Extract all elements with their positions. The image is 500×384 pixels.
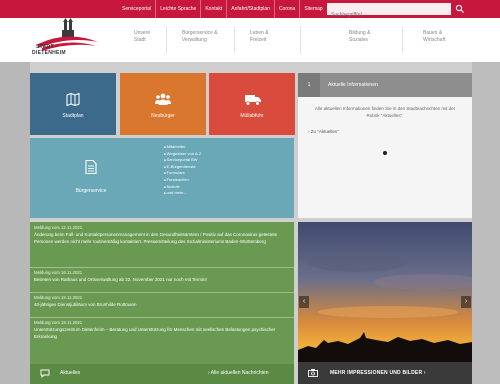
nav-label-line1: Bauen & (423, 30, 443, 36)
document-icon (85, 160, 97, 174)
tile-stadtplan-label: Stadtplan (62, 113, 84, 119)
tile-buergerservice-label: Bürgerservice (75, 188, 107, 194)
chevron-right-icon: › (423, 370, 426, 376)
nav-label-line1: Bildung & (349, 30, 371, 36)
news-item[interactable]: Meldung vom 12.11.2021 Änderung beim Fal… (34, 225, 290, 245)
nav-divider (402, 26, 403, 54)
map-icon (66, 93, 80, 106)
link-wegweiser[interactable]: Wegweiser von A-Z (164, 151, 202, 158)
link-serviceportal-bw[interactable]: Serviceportal BW (164, 157, 201, 164)
info-link-label: Zu "Aktuelles" (310, 129, 339, 134)
info-panel-title: Aktuelle Informationen (328, 82, 378, 88)
truck-icon (245, 95, 261, 106)
news-divider (30, 292, 294, 293)
news-divider (30, 317, 294, 318)
news-item[interactable]: Meldung vom 19.11.2021 Unterstützungszen… (34, 320, 290, 340)
info-aktuelles-link[interactable]: › Zu "Aktuelles" (308, 129, 339, 134)
slider-prev-arrow[interactable]: ‹ (299, 296, 309, 308)
nav-label-line2: Wirtschaft (423, 37, 446, 43)
impressions-label-text: MEHR IMPRESSIONEN UND BILDER (330, 370, 423, 376)
news-footer: Aktuelles › Alle aktuellen Nachrichten (30, 364, 294, 384)
camera-icon (308, 369, 318, 377)
info-panel-header: 1 Aktuelle Informationen (298, 73, 472, 97)
link-fundsachen[interactable]: Fundsachen (164, 177, 201, 184)
nav-divider (234, 26, 235, 54)
link-notrufe[interactable]: Notrufe (164, 184, 201, 191)
link-e-buergerdienste[interactable]: E-Bürgerdienste (164, 164, 201, 171)
utility-link-leichte-sprache[interactable]: Leichte Sprache (155, 0, 200, 18)
all-news-link-label: Alle aktuellen Nachrichten (210, 370, 269, 376)
tile-neuburger[interactable]: Neubürger (120, 73, 206, 135)
nav-label-line2: Freizeit (250, 37, 267, 43)
info-panel: 1 Aktuelle Informationen Alle aktuellen … (298, 73, 472, 218)
speech-bubble-icon (40, 369, 50, 378)
nav-divider (166, 26, 167, 54)
all-news-link[interactable]: › Alle aktuellen Nachrichten (208, 370, 269, 376)
slider-next-arrow[interactable]: › (461, 296, 471, 308)
nav-bauen-wirtschaft[interactable]: Bauen & Wirtschaft (423, 30, 483, 44)
tile-muellabfuhr[interactable]: Müllabfuhr (209, 73, 295, 135)
info-slide-number[interactable]: 1 (298, 73, 320, 97)
buergerservice-links: Mitarbeiter Wegweiser von A-Z Servicepor… (164, 144, 202, 197)
hero-background-left (0, 62, 30, 384)
tile-buergerservice[interactable]: Bürgerservice Mitarbeiter Wegweiser von … (30, 138, 294, 218)
nav-label-line1: Bürgerservice & (182, 30, 218, 36)
news-divider (30, 267, 294, 268)
slider-dot[interactable] (383, 151, 387, 155)
logo-text-dietenheim: DIETENHEIM (32, 50, 66, 56)
news-title: Betreten von Rathaus und Ortsverwaltung … (34, 277, 207, 282)
nav-bildung-soziales[interactable]: Bildung & Soziales (349, 30, 409, 44)
hero-background-right (472, 62, 500, 384)
nav-leben-freizeit[interactable]: Leben & Freizeit (250, 30, 310, 44)
utility-link-kontakt[interactable]: Kontakt (200, 0, 226, 18)
utility-link-sitemap[interactable]: Sitemap (299, 0, 326, 18)
nav-label-line2: Verwaltung (182, 37, 207, 43)
nav-label-line1: Leben & (250, 30, 269, 36)
news-item[interactable]: Meldung vom 19.11.2021 40-jähriges Diens… (34, 295, 290, 308)
news-item[interactable]: Meldung vom 16.11.2021 Betreten von Rath… (34, 270, 290, 283)
link-mitarbeiter[interactable]: Mitarbeiter (164, 144, 201, 151)
news-footer-label: Aktuelles (60, 370, 81, 376)
impressions-label: MEHR IMPRESSIONEN UND BILDER › (330, 362, 426, 384)
tile-neuburger-label: Neubürger (151, 113, 175, 119)
utility-link-corona[interactable]: Corona (273, 0, 299, 18)
utility-link-serviceportal[interactable]: Serviceportal (118, 0, 155, 18)
link-und-mehr[interactable]: und mehr... (164, 190, 201, 197)
nav-buergerservice[interactable]: Bürgerservice & Verwaltung (182, 30, 242, 44)
news-title: Unterstützungszentrum Dietenheim – Berat… (34, 327, 276, 339)
news-title: 40-jähriges Dienstjubiläum von Brunhilde… (34, 302, 137, 307)
news-panel: Meldung vom 12.11.2021 Änderung beim Fal… (30, 222, 294, 384)
impressions-footer[interactable]: MEHR IMPRESSIONEN UND BILDER › (298, 362, 472, 384)
nav-label-line2: Soziales (349, 37, 368, 43)
utility-links: Serviceportal Leichte Sprache Kontakt An… (118, 0, 327, 18)
news-title: Änderung beim Fall- und Kontaktpersonenm… (34, 232, 278, 244)
tile-stadtplan[interactable]: Stadtplan (30, 73, 116, 135)
chevron-right-icon: › (308, 129, 310, 134)
search-box (327, 3, 451, 21)
impressions-photo[interactable] (298, 222, 472, 384)
people-icon (155, 93, 171, 105)
search-icon[interactable] (455, 4, 465, 14)
tile-muellabfuhr-label: Müllabfuhr (240, 113, 264, 119)
sunset-image (298, 222, 472, 384)
info-panel-body: Alle aktuellen Informationen finden Sie … (314, 106, 456, 118)
link-formulare[interactable]: Formulare (164, 170, 201, 177)
nav-divider (300, 26, 301, 54)
utility-link-anfahrt[interactable]: Anfahrt/Stadtplan (226, 0, 274, 18)
